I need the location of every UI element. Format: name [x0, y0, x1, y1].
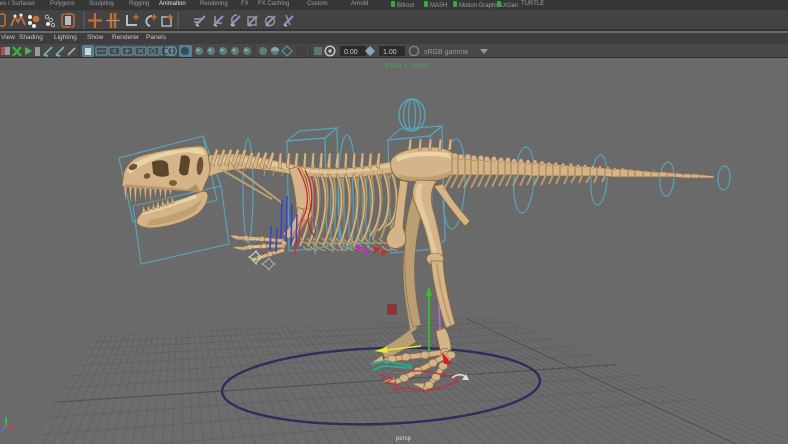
svg-text:L_hand_ctrl: L_hand_ctrl	[247, 245, 266, 249]
svg-text:sRGB gamma: sRGB gamma	[424, 49, 468, 56]
svg-text:1.00: 1.00	[383, 49, 397, 56]
svg-text:L_wrist_ctrl: L_wrist_ctrl	[243, 238, 261, 242]
svg-text:persp: persp	[396, 436, 412, 442]
svg-text:1500 x 1000: 1500 x 1000	[385, 63, 427, 70]
svg-text:0.00: 0.00	[344, 49, 358, 56]
